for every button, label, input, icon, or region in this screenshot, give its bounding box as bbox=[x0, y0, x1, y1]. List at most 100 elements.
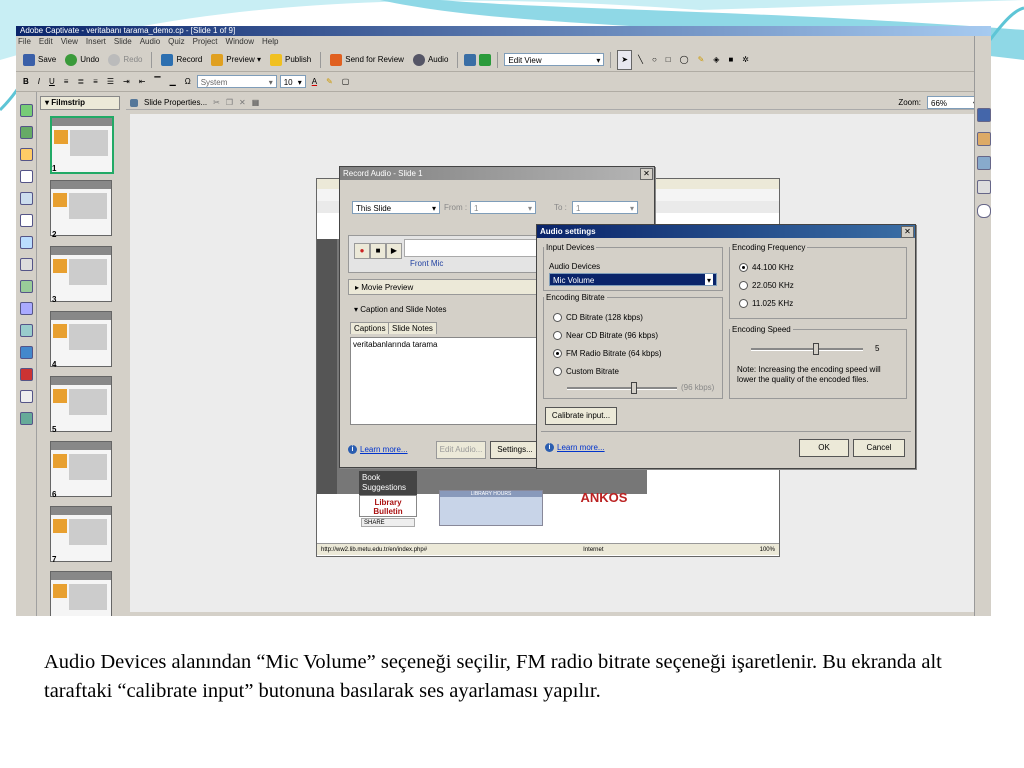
bitrate-option[interactable]: CD Bitrate (128 kbps) bbox=[553, 313, 643, 322]
bitrate-option[interactable]: FM Radio Bitrate (64 kbps) bbox=[553, 349, 662, 358]
to-select[interactable]: 1 ▾ bbox=[572, 201, 638, 214]
audio-device-select[interactable]: Mic Volume ▾ bbox=[549, 273, 717, 286]
menu-help[interactable]: Help bbox=[262, 36, 278, 48]
tab-slide-notes[interactable]: Slide Notes bbox=[388, 322, 437, 334]
range-select[interactable]: This Slide ▾ bbox=[352, 201, 440, 214]
text-entry-icon[interactable] bbox=[20, 214, 33, 227]
valign-bottom-icon[interactable]: ▁ bbox=[167, 73, 179, 91]
slide-thumbnail[interactable] bbox=[50, 246, 112, 302]
slide-thumbnail[interactable] bbox=[50, 180, 112, 236]
underline-button[interactable]: U bbox=[46, 73, 58, 91]
text-box-icon[interactable]: ▢ bbox=[339, 73, 353, 91]
learn-more-link[interactable]: i Learn more... bbox=[348, 445, 408, 454]
list-icon[interactable]: ☰ bbox=[104, 73, 117, 91]
animation-icon[interactable] bbox=[20, 324, 33, 337]
align-left-icon[interactable]: ≡ bbox=[61, 73, 72, 91]
mouse-icon[interactable] bbox=[20, 170, 33, 183]
slide-thumbnail[interactable] bbox=[50, 506, 112, 562]
line-tool[interactable]: ╲ bbox=[635, 51, 646, 69]
rounded-shape-tool[interactable]: ◯ bbox=[677, 51, 692, 69]
close-icon[interactable]: ✕ bbox=[640, 168, 653, 180]
ok-button[interactable]: OK bbox=[799, 439, 849, 457]
slider-knob[interactable] bbox=[631, 382, 637, 394]
align-right-icon[interactable]: ≡ bbox=[90, 73, 101, 91]
calibrate-input-button[interactable]: Calibrate input... bbox=[545, 407, 617, 425]
rectangle-tool[interactable]: □ bbox=[663, 51, 674, 69]
delete-icon[interactable]: ✕ bbox=[239, 98, 246, 107]
send-for-review-button[interactable]: Send for Review bbox=[327, 51, 407, 69]
slide-properties-button[interactable]: Slide Properties... bbox=[144, 98, 207, 107]
timeline-icon[interactable] bbox=[977, 156, 991, 170]
slide-thumbnail[interactable] bbox=[50, 376, 112, 432]
slide-thumbnail[interactable] bbox=[50, 116, 114, 174]
font-select[interactable]: System ▾ bbox=[196, 75, 277, 88]
slider-knob[interactable] bbox=[813, 343, 819, 355]
encoding-speed-slider[interactable] bbox=[751, 348, 863, 351]
button-tool-icon[interactable] bbox=[20, 258, 33, 271]
audio-object-icon[interactable] bbox=[20, 390, 33, 403]
menu-window[interactable]: Window bbox=[226, 36, 254, 48]
highlight-box-icon[interactable] bbox=[20, 148, 33, 161]
stop-icon[interactable]: ■ bbox=[370, 243, 386, 259]
preview-button[interactable]: Preview ▾ bbox=[208, 51, 264, 69]
menu-insert[interactable]: Insert bbox=[86, 36, 106, 48]
library-icon[interactable] bbox=[977, 132, 991, 146]
font-color-button[interactable]: A bbox=[309, 73, 320, 91]
audio-button[interactable]: Audio bbox=[410, 51, 451, 69]
effects-icon[interactable]: ✲ bbox=[739, 51, 752, 69]
zoom-tool-icon[interactable] bbox=[20, 412, 33, 425]
close-icon[interactable]: ✕ bbox=[901, 226, 914, 238]
menu-slide[interactable]: Slide bbox=[114, 36, 132, 48]
cut-icon[interactable]: ✂ bbox=[213, 98, 220, 107]
rollover-caption-icon[interactable] bbox=[20, 126, 33, 139]
menu-edit[interactable]: Edit bbox=[39, 36, 53, 48]
slide-thumbnail[interactable] bbox=[50, 441, 112, 497]
forward-arrow-icon[interactable] bbox=[479, 53, 492, 66]
grid-icon[interactable]: ▦ bbox=[252, 98, 260, 107]
circle-tool[interactable]: ○ bbox=[649, 51, 660, 69]
tab-captions[interactable]: Captions bbox=[350, 322, 390, 334]
zoom-select[interactable]: 66%▾ bbox=[927, 96, 981, 109]
redo-button[interactable]: Redo bbox=[105, 51, 145, 69]
slide-thumbnail[interactable] bbox=[50, 311, 112, 367]
fill-icon[interactable]: ◈ bbox=[710, 51, 722, 69]
menu-view[interactable]: View bbox=[61, 36, 78, 48]
select-tool[interactable]: ➤ bbox=[617, 49, 633, 70]
valign-top-icon[interactable]: ▔ bbox=[151, 73, 163, 91]
flash-video-icon[interactable] bbox=[20, 346, 33, 359]
click-box-icon[interactable] bbox=[20, 236, 33, 249]
zoom-area-icon[interactable] bbox=[20, 192, 33, 205]
branching-icon[interactable] bbox=[977, 180, 991, 194]
align-center-icon[interactable]: ≣ bbox=[74, 73, 87, 91]
record-icon[interactable]: ● bbox=[354, 243, 370, 259]
menu-file[interactable]: File bbox=[18, 36, 31, 48]
copy-icon[interactable]: ❐ bbox=[226, 98, 233, 107]
back-arrow-icon[interactable] bbox=[464, 53, 477, 66]
library-bulletin-banner[interactable]: Library Bulletin bbox=[359, 495, 417, 517]
bitrate-option[interactable]: Near CD Bitrate (96 kbps) bbox=[553, 331, 658, 340]
menu-audio[interactable]: Audio bbox=[140, 36, 160, 48]
caption-tool-icon[interactable] bbox=[20, 104, 33, 117]
italic-button[interactable]: I bbox=[35, 73, 43, 91]
skins-icon[interactable] bbox=[977, 204, 991, 218]
menu-project[interactable]: Project bbox=[193, 36, 218, 48]
book-suggestions-banner[interactable]: Book Suggestions bbox=[359, 471, 417, 495]
edit-audio-button[interactable]: Edit Audio... bbox=[436, 441, 486, 459]
image-icon[interactable] bbox=[20, 280, 33, 293]
outdent-icon[interactable]: ⇤ bbox=[136, 73, 149, 91]
widget-icon[interactable] bbox=[20, 368, 33, 381]
font-size-select[interactable]: 10 ▾ bbox=[279, 75, 306, 88]
view-mode-select[interactable]: Edit View ▾ bbox=[504, 53, 605, 66]
cancel-button[interactable]: Cancel bbox=[853, 439, 905, 457]
bitrate-option[interactable]: Custom Bitrate bbox=[553, 367, 619, 376]
frequency-option[interactable]: 11.025 KHz bbox=[739, 299, 793, 308]
frequency-option[interactable]: 22.050 KHz bbox=[739, 281, 794, 290]
stroke-icon[interactable]: ■ bbox=[725, 51, 736, 69]
text-animation-icon[interactable] bbox=[20, 302, 33, 315]
record-button[interactable]: Record bbox=[158, 51, 205, 69]
slide-thumbnail[interactable] bbox=[50, 571, 112, 616]
undo-button[interactable]: Undo bbox=[62, 51, 102, 69]
custom-bitrate-slider[interactable] bbox=[567, 387, 677, 390]
bold-button[interactable]: B bbox=[20, 73, 32, 91]
learn-more-link[interactable]: i Learn more... bbox=[545, 443, 605, 452]
